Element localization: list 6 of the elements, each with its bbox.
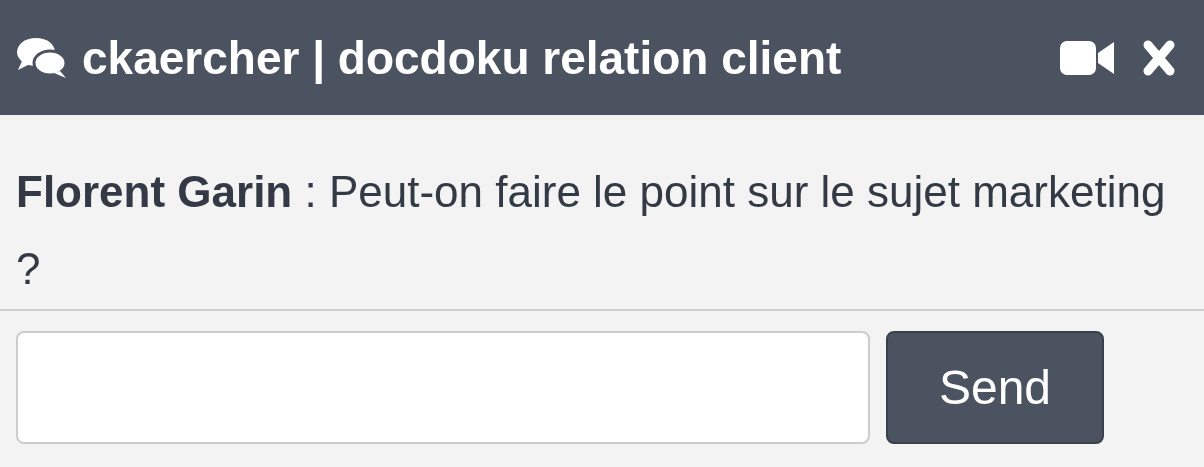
chat-icon: [16, 35, 68, 80]
send-button[interactable]: Send: [886, 331, 1104, 444]
video-camera-icon[interactable]: [1060, 38, 1114, 77]
window-title: ckaercher | docdoku relation client: [82, 30, 843, 85]
message-input[interactable]: [16, 331, 870, 444]
chat-message: Florent Garin : Peut-on faire le point sur le sujet marketing ?: [16, 167, 1166, 293]
